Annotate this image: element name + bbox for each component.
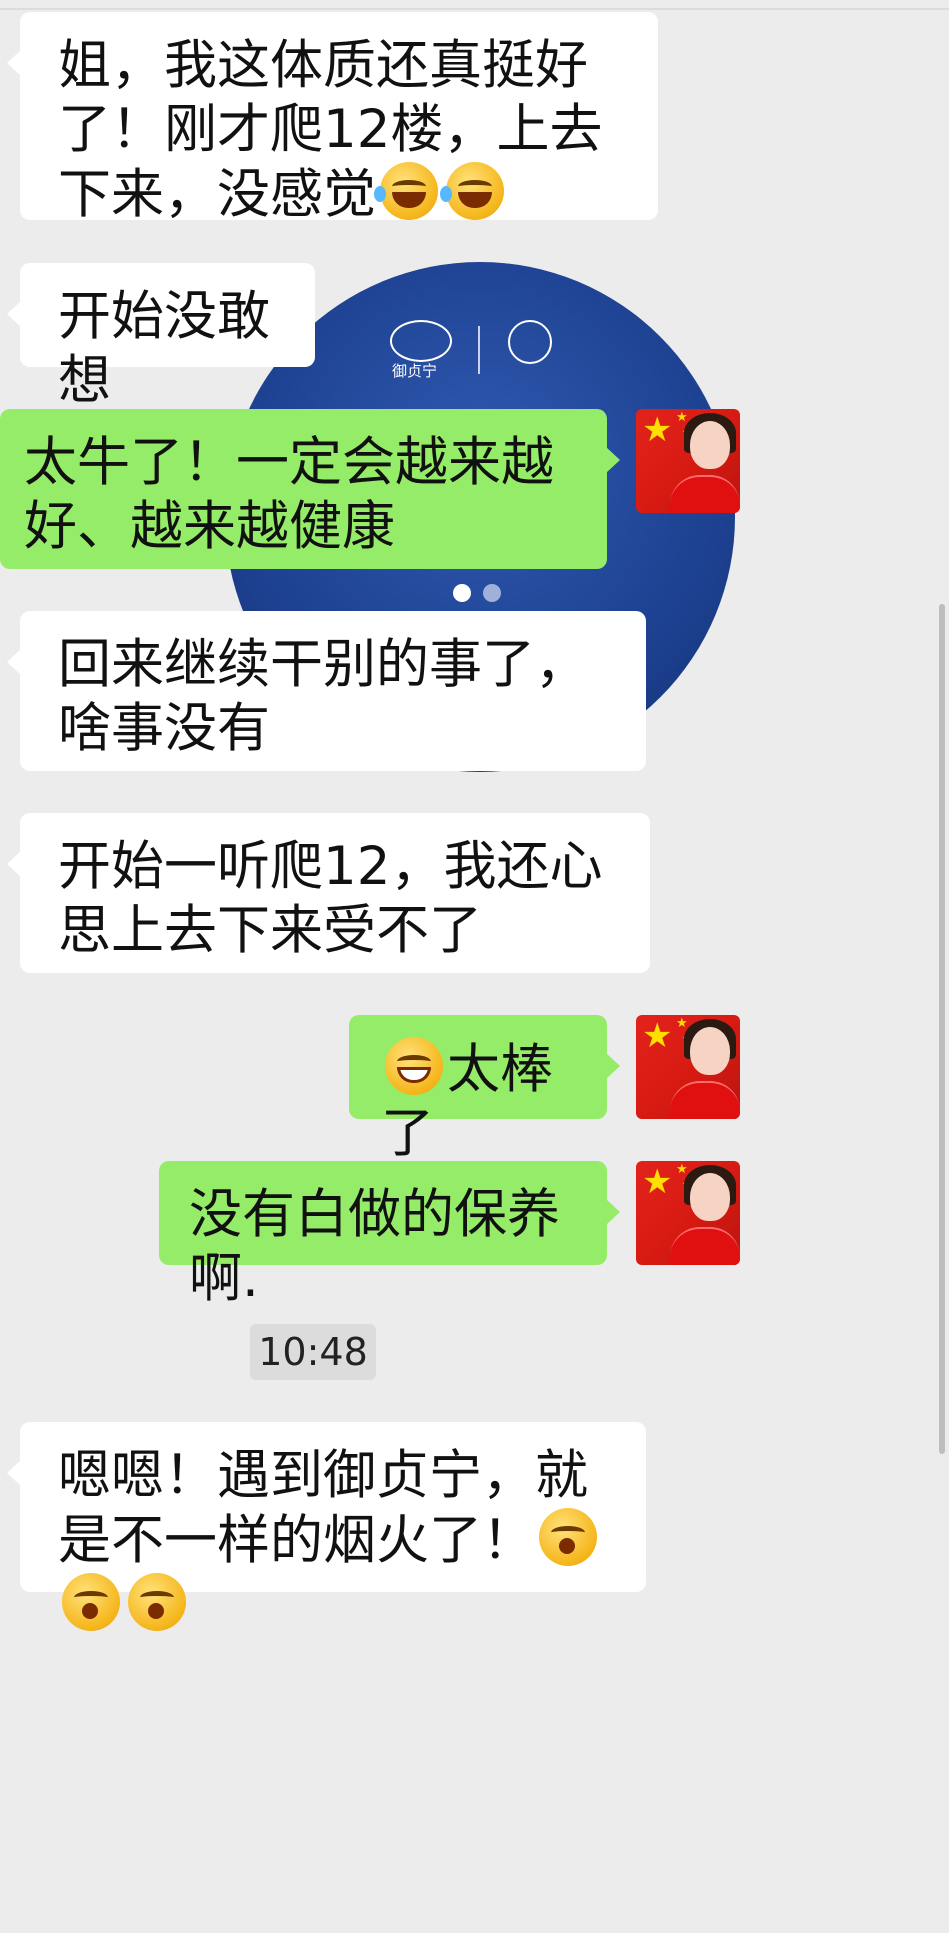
logo-divider [478, 326, 480, 374]
avatar-face [690, 421, 730, 469]
message-text: 姐，我这体质还真挺好了！刚才爬12楼，上去下来，没感觉 [58, 35, 603, 225]
avatar[interactable]: ★ ★ ★ [636, 1015, 740, 1119]
grin-emoji-icon [385, 1037, 443, 1095]
flag-star-icon: ★ [676, 410, 688, 425]
flag-star-icon: ★ [676, 1016, 688, 1031]
message-bubble-outgoing[interactable]: 没有白做的保养啊. [159, 1161, 620, 1309]
avatar[interactable]: ★ ★ ★ [636, 409, 740, 513]
scrollbar[interactable] [939, 604, 945, 1454]
carousel-dots [453, 584, 513, 606]
message-bubble-incoming[interactable]: 开始没敢想 [7, 263, 315, 411]
top-divider [0, 8, 949, 10]
flag-star-icon: ★ [642, 410, 673, 450]
message-timestamp: 10:48 [250, 1324, 376, 1380]
avatar-dress [670, 475, 740, 513]
sun-logo-icon [390, 320, 452, 362]
avatar-face [690, 1027, 730, 1075]
heritage-seal-icon [508, 320, 552, 364]
laugh-emoji-icon [374, 162, 438, 220]
flag-star-icon: ★ [642, 1162, 673, 1202]
message-text: 回来继续干别的事了，啥事没有 [58, 634, 588, 759]
flag-star-icon: ★ [676, 1162, 688, 1177]
brand-logo: 御贞宁 [390, 320, 580, 390]
message-text: 嗯嗯！遇到御贞宁，就是不一样的烟火了！ [58, 1445, 588, 1571]
thinking-emoji-icon [128, 1573, 186, 1631]
message-bubble-outgoing[interactable]: 太牛了！一定会越来越好、越来越健康 [0, 409, 620, 569]
message-text: 太牛了！一定会越来越好、越来越健康 [24, 432, 554, 557]
message-text: 没有白做的保养啊. [189, 1184, 560, 1309]
laugh-emoji-icon [440, 162, 504, 220]
carousel-dot-active[interactable] [453, 584, 471, 602]
brand-text: 御贞宁 [392, 362, 438, 380]
message-bubble-outgoing[interactable]: 太棒了 [349, 1015, 620, 1164]
carousel-dot[interactable] [483, 584, 501, 602]
message-bubble-incoming[interactable]: 开始一听爬12，我还心思上去下来受不了 [7, 813, 650, 973]
thinking-emoji-icon [539, 1508, 597, 1566]
avatar-dress [670, 1227, 740, 1265]
avatar-face [690, 1173, 730, 1221]
message-bubble-incoming[interactable]: 姐，我这体质还真挺好了！刚才爬12楼，上去下来，没感觉 [7, 12, 658, 225]
chat-screen: 御贞宁 姐，我这体质还真挺好了！刚才爬12楼，上去下来，没感觉 开始没敢想 太牛… [0, 0, 949, 1933]
message-text: 开始没敢想 [58, 286, 270, 411]
flag-star-icon: ★ [642, 1016, 673, 1056]
thinking-emoji-icon [62, 1573, 120, 1631]
message-bubble-incoming[interactable]: 嗯嗯！遇到御贞宁，就是不一样的烟火了！ [7, 1422, 646, 1631]
message-bubble-incoming[interactable]: 回来继续干别的事了，啥事没有 [7, 611, 646, 771]
avatar[interactable]: ★ ★ ★ [636, 1161, 740, 1265]
message-text: 开始一听爬12，我还心思上去下来受不了 [58, 836, 603, 961]
avatar-dress [670, 1081, 740, 1119]
